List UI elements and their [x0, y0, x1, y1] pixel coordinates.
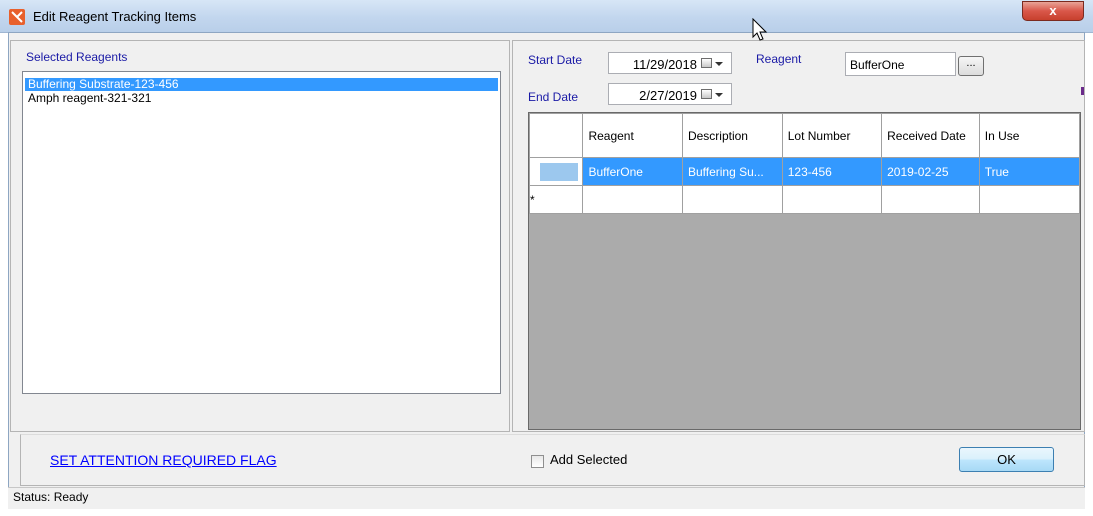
- title-bar[interactable]: Edit Reagent Tracking Items x: [0, 0, 1093, 33]
- grid-corner-header[interactable]: [529, 113, 584, 158]
- list-item[interactable]: Buffering Substrate-123-456: [25, 78, 498, 91]
- reagent-field[interactable]: BufferOne: [845, 52, 956, 76]
- status-bar: [8, 487, 1085, 509]
- dialog-window: Edit Reagent Tracking Items x Selected R…: [0, 0, 1093, 516]
- new-row-marker[interactable]: *: [529, 185, 584, 214]
- add-selected-checkbox[interactable]: [531, 455, 544, 468]
- calendar-icon[interactable]: [701, 58, 712, 68]
- selected-reagents-label: Selected Reagents: [26, 50, 128, 64]
- reagent-grid[interactable]: Reagent Description Lot Number Received …: [528, 112, 1081, 430]
- selected-reagents-list[interactable]: Buffering Substrate-123-456 Amph reagent…: [22, 71, 501, 394]
- cell-in-use[interactable]: True: [978, 157, 1080, 186]
- new-cell[interactable]: [881, 185, 980, 214]
- new-cell[interactable]: [681, 185, 783, 214]
- edge-marker: [1081, 87, 1084, 95]
- cell-reagent[interactable]: BufferOne: [582, 157, 683, 186]
- status-text: Status: Ready: [13, 490, 89, 504]
- column-header-received-date[interactable]: Received Date: [881, 113, 980, 158]
- column-header-lot-number[interactable]: Lot Number: [781, 113, 883, 158]
- browse-button[interactable]: ...: [958, 56, 984, 76]
- end-date-picker[interactable]: 2/27/2019: [608, 83, 732, 105]
- start-date-label: Start Date: [528, 53, 583, 67]
- reagent-label: Reagent: [756, 52, 802, 66]
- window-title: Edit Reagent Tracking Items: [33, 9, 197, 24]
- close-button[interactable]: x: [1022, 1, 1084, 21]
- cell-description[interactable]: Buffering Su...: [681, 157, 783, 186]
- cell-received-date[interactable]: 2019-02-25: [881, 157, 980, 186]
- new-cell[interactable]: [781, 185, 883, 214]
- new-cell[interactable]: [978, 185, 1080, 214]
- app-icon: [9, 9, 25, 25]
- calendar-icon[interactable]: [701, 89, 712, 99]
- chevron-down-icon[interactable]: [715, 93, 723, 97]
- cell-lot-number[interactable]: 123-456: [781, 157, 883, 186]
- row-header[interactable]: [529, 157, 584, 186]
- table-row[interactable]: BufferOne Buffering Su... 123-456 2019-0…: [529, 157, 1080, 186]
- column-header-description[interactable]: Description: [681, 113, 783, 158]
- start-date-picker[interactable]: 11/29/2018: [608, 52, 732, 74]
- set-attention-flag-link[interactable]: SET ATTENTION REQUIRED FLAG: [50, 452, 277, 468]
- column-header-in-use[interactable]: In Use: [978, 113, 1080, 158]
- ok-button[interactable]: OK: [959, 447, 1054, 472]
- list-item[interactable]: Amph reagent-321-321: [25, 92, 151, 105]
- new-row[interactable]: *: [529, 185, 1080, 214]
- grid-header-row: Reagent Description Lot Number Received …: [529, 113, 1080, 158]
- add-selected-label[interactable]: Add Selected: [550, 452, 627, 467]
- end-date-label: End Date: [528, 90, 579, 104]
- chevron-down-icon[interactable]: [715, 62, 723, 66]
- column-header-reagent[interactable]: Reagent: [582, 113, 683, 158]
- start-date-value: 11/29/2018: [632, 57, 697, 72]
- mouse-cursor-icon: [752, 18, 768, 41]
- end-date-value: 2/27/2019: [639, 88, 697, 103]
- new-cell[interactable]: [582, 185, 683, 214]
